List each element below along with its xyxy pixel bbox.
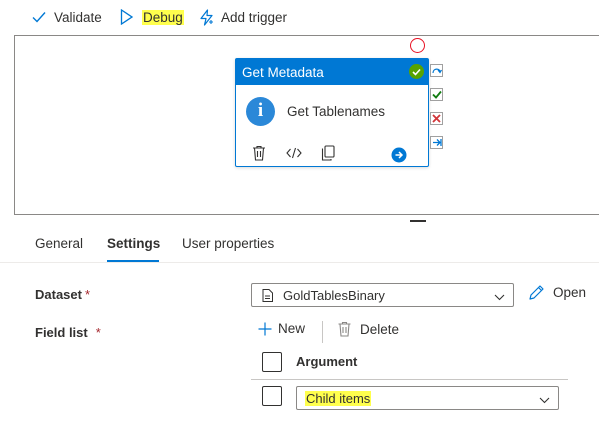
dataset-label-text: Dataset — [35, 287, 82, 302]
validate-label: Validate — [54, 9, 102, 25]
field-list-label: Field list * — [35, 325, 101, 340]
info-icon: i — [246, 96, 275, 126]
activity-name: Get Tablenames — [287, 103, 386, 119]
new-field-button[interactable]: New — [258, 321, 305, 336]
chevron-down-icon — [539, 392, 550, 407]
argument-value: Child items — [305, 390, 372, 406]
trash-icon[interactable] — [252, 145, 266, 164]
field-list-label-text: Field list — [35, 325, 88, 340]
get-metadata-activity[interactable]: Get Metadata i Get Tablenames — [235, 58, 429, 167]
select-all-checkbox[interactable] — [262, 352, 282, 372]
success-port-icon[interactable] — [430, 88, 443, 101]
required-marker: * — [84, 287, 91, 302]
new-label: New — [278, 321, 306, 336]
open-dataset-button[interactable]: Open — [528, 284, 586, 301]
failure-port-icon[interactable] — [430, 112, 443, 125]
debug-button[interactable]: Debug — [120, 6, 184, 28]
dataset-file-icon — [262, 288, 273, 302]
tab-user-properties[interactable]: User properties — [182, 236, 274, 251]
delete-field-button[interactable]: Delete — [338, 321, 399, 337]
validate-button[interactable]: Validate — [32, 6, 102, 28]
required-marker: * — [95, 325, 101, 340]
code-icon[interactable] — [286, 146, 302, 163]
activity-footer — [236, 143, 428, 165]
play-icon — [120, 9, 133, 25]
tab-settings[interactable]: Settings — [107, 236, 160, 251]
panel-resize-handle[interactable] — [410, 220, 426, 222]
delete-label: Delete — [360, 321, 400, 337]
success-check-icon — [409, 64, 424, 79]
pipeline-toolbar: Validate Debug Add trigger — [0, 0, 599, 34]
plus-icon — [258, 322, 272, 336]
activity-type-label: Get Metadata — [242, 64, 324, 80]
open-label: Open — [553, 285, 587, 300]
table-header-divider — [251, 379, 568, 380]
argument-column-header: Argument — [296, 354, 358, 369]
toolbar-separator — [322, 321, 323, 343]
tab-general[interactable]: General — [35, 236, 83, 251]
debug-label: Debug — [142, 9, 184, 25]
pencil-icon — [528, 284, 545, 301]
add-trigger-label: Add trigger — [221, 9, 288, 25]
activity-body: i Get Tablenames — [236, 85, 428, 137]
copy-icon[interactable] — [321, 145, 335, 164]
row-checkbox[interactable] — [262, 386, 282, 406]
dataset-label: Dataset * — [35, 287, 90, 302]
skip-port-icon[interactable] — [430, 64, 443, 77]
chevron-down-icon — [494, 289, 505, 304]
properties-tabs: General Settings User properties — [0, 228, 599, 264]
go-arrow-icon[interactable] — [391, 147, 407, 166]
dataset-value: GoldTablesBinary — [283, 287, 385, 303]
dataset-dropdown[interactable]: GoldTablesBinary — [251, 283, 514, 307]
annotation-circle — [410, 38, 425, 53]
completion-port-icon[interactable] — [430, 136, 443, 149]
activity-header: Get Metadata — [236, 59, 428, 85]
lightning-icon — [199, 8, 214, 26]
checkmark-icon — [32, 11, 46, 23]
add-trigger-button[interactable]: Add trigger — [199, 6, 287, 28]
argument-dropdown[interactable]: Child items — [296, 386, 559, 410]
trash-icon — [338, 321, 351, 337]
tabs-divider — [0, 262, 599, 263]
